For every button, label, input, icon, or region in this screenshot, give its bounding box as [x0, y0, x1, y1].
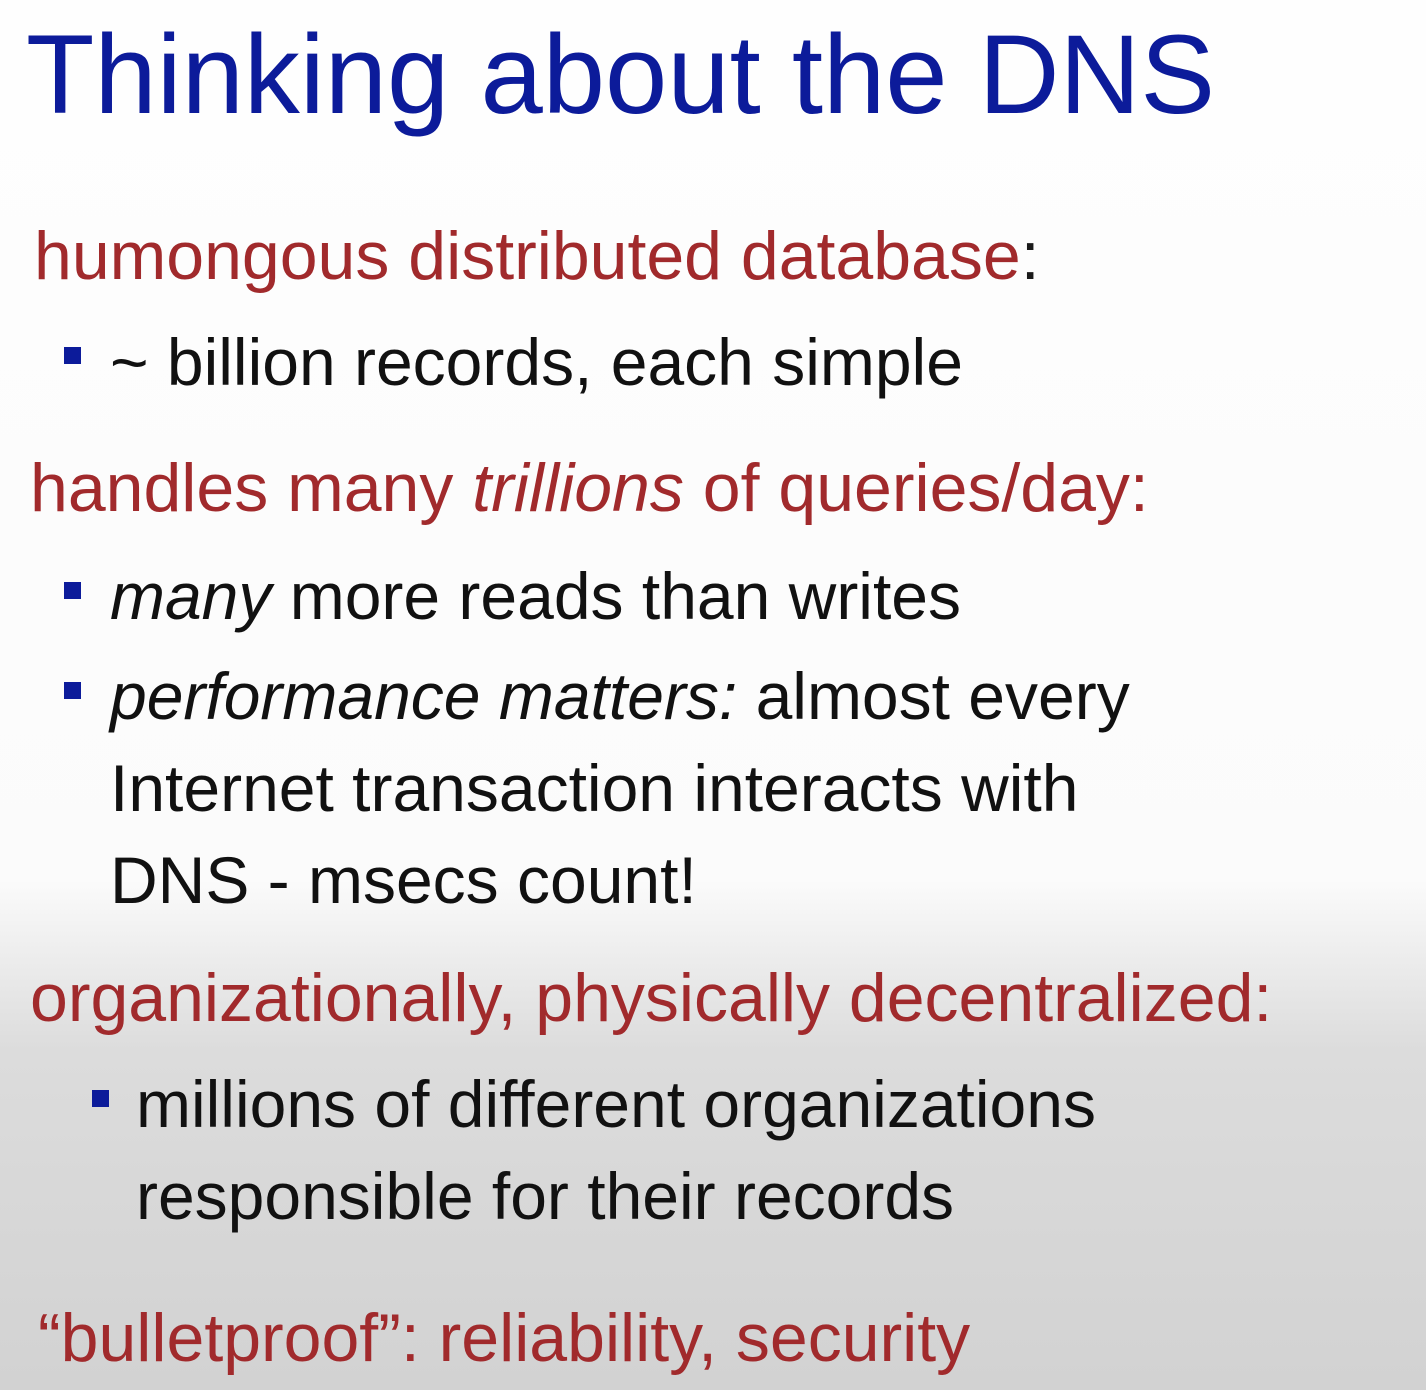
bullet-reads-writes-text: more reads than writes: [271, 559, 962, 633]
bullet-performance-line2: Internet transaction interacts with: [110, 751, 1079, 825]
bullet-reads-writes: many more reads than writes: [110, 550, 961, 642]
bullet-marker: [64, 347, 81, 364]
slide-title: Thinking about the DNS: [26, 12, 1216, 137]
bullet-performance-text: almost every: [737, 659, 1130, 733]
section-heading-bulletproof-text: “bulletproof”: reliability, security: [38, 1300, 971, 1376]
section-heading-database-colon: :: [1020, 218, 1040, 294]
section-heading-decentralized-text: organizationally, physically decentraliz…: [30, 960, 1273, 1036]
bullet-billion-records: ~ billion records, each simple: [110, 316, 963, 408]
section-heading-database-text: humongous distributed database: [34, 218, 1021, 294]
bullet-performance-emphasis: performance matters:: [110, 659, 738, 733]
section-heading-decentralized: organizationally, physically decentraliz…: [30, 958, 1272, 1038]
bullet-organizations-line1: millions of different organizations: [136, 1067, 1096, 1141]
section-heading-database: humongous distributed database:: [34, 216, 1040, 296]
bullet-organizations: millions of different organizations resp…: [136, 1058, 1096, 1242]
bullet-marker: [64, 582, 81, 599]
section-heading-bulletproof: “bulletproof”: reliability, security: [38, 1298, 970, 1378]
section-heading-queries-pre: handles many: [30, 450, 473, 526]
bullet-marker: [64, 682, 81, 699]
section-heading-queries: handles many trillions of queries/day:: [30, 448, 1149, 528]
section-heading-queries-post: of queries/day:: [683, 450, 1149, 526]
bullet-billion-records-text: ~ billion records, each simple: [110, 325, 963, 399]
bullet-performance-line1: performance matters: almost every: [110, 650, 1130, 742]
bullet-reads-writes-emphasis: many: [110, 559, 272, 633]
bullet-marker: [92, 1090, 109, 1107]
bullet-performance: performance matters: almost every Intern…: [110, 650, 1130, 926]
bullet-organizations-line2: responsible for their records: [136, 1159, 955, 1233]
section-heading-queries-emphasis: trillions: [472, 450, 684, 526]
bullet-performance-line3: DNS - msecs count!: [110, 843, 697, 917]
slide: Thinking about the DNS humongous distrib…: [0, 0, 1426, 1390]
